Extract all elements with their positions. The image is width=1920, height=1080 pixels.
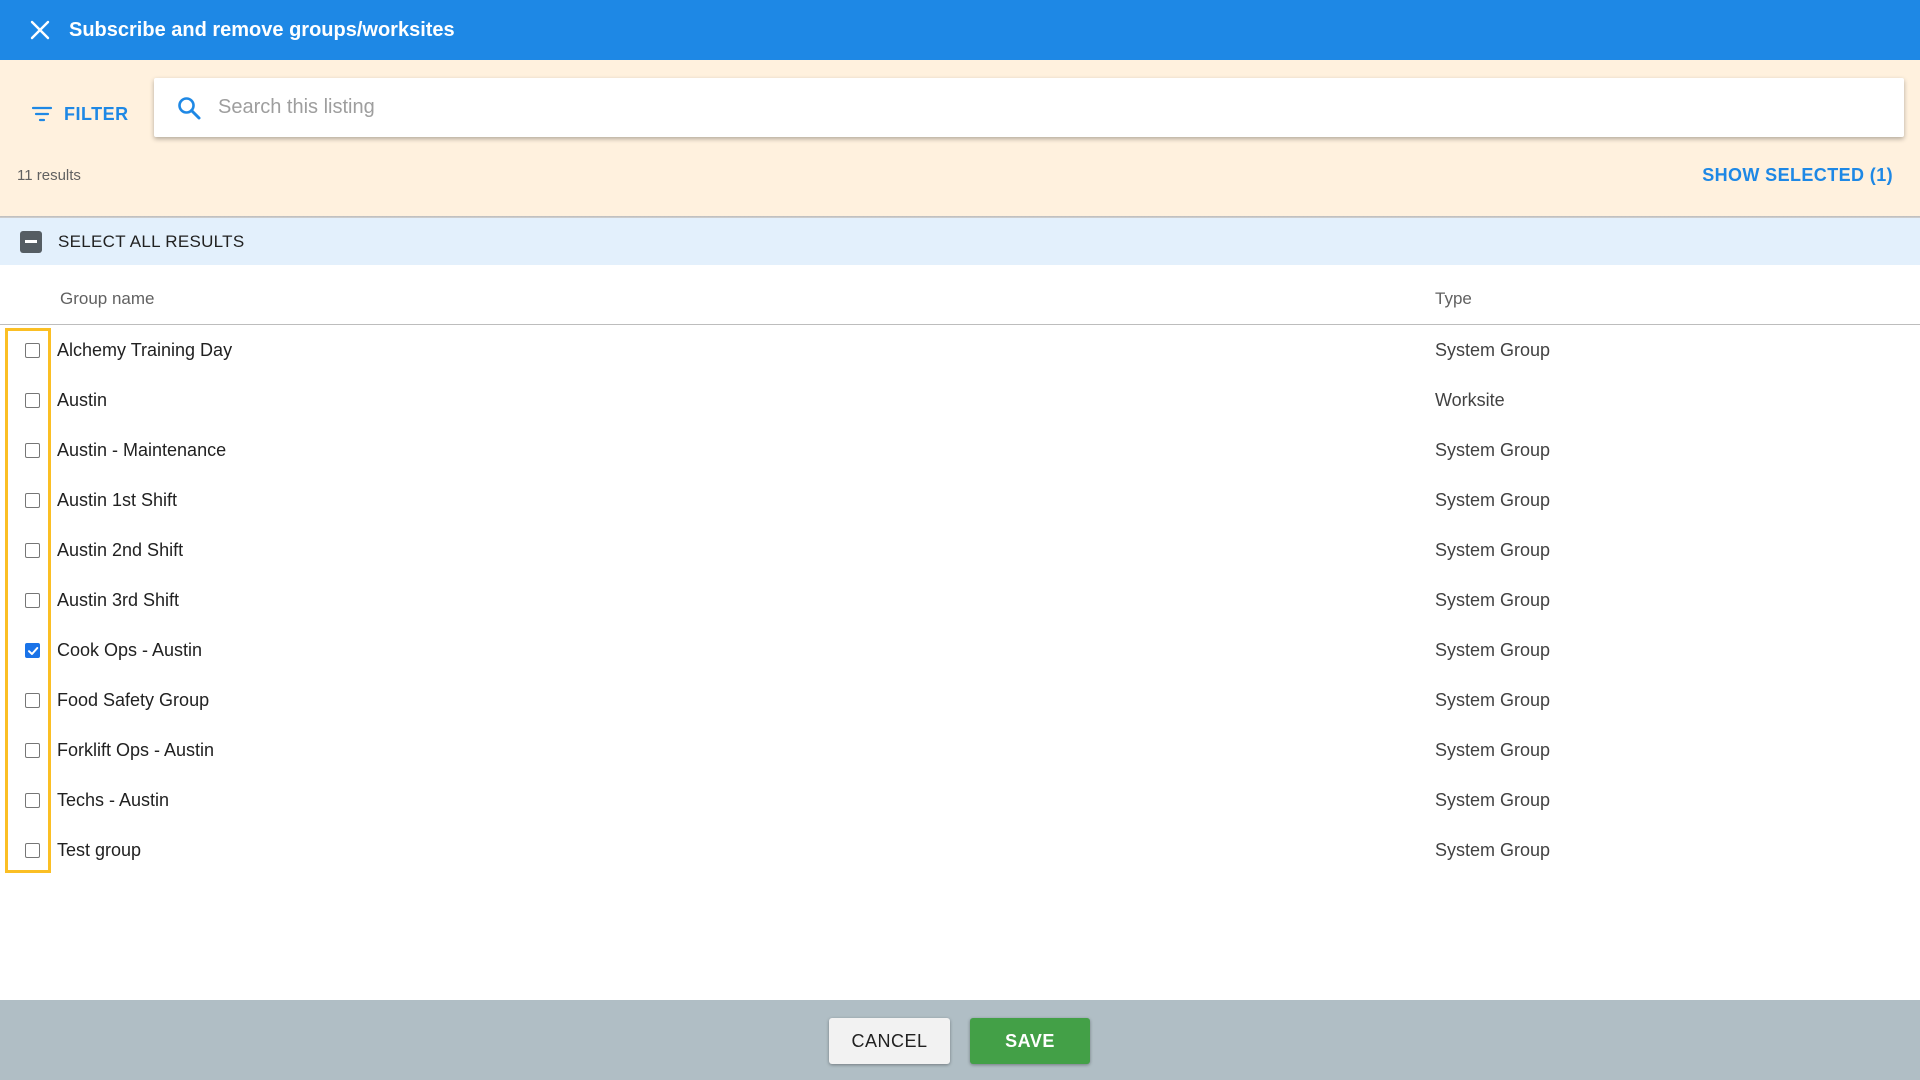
table-row[interactable]: Forklift Ops - Austin System Group: [0, 725, 1920, 775]
filter-button[interactable]: FILTER: [30, 98, 129, 130]
group-type: System Group: [1435, 790, 1551, 810]
row-checkbox[interactable]: [25, 793, 40, 808]
search-icon: [174, 93, 204, 123]
table-row[interactable]: Austin - Maintenance System Group: [0, 425, 1920, 475]
group-name: Austin - Maintenance: [57, 440, 227, 460]
group-type: System Group: [1435, 690, 1551, 710]
filter-icon: [31, 106, 53, 122]
row-checkbox[interactable]: [25, 643, 40, 658]
indeterminate-icon: [25, 240, 37, 243]
dialog-footer: CANCEL SAVE: [0, 1000, 1920, 1080]
group-type: Worksite: [1435, 390, 1505, 410]
search-input[interactable]: [218, 96, 1818, 119]
group-type: System Group: [1435, 840, 1551, 860]
group-type: System Group: [1435, 590, 1551, 610]
group-name: Austin 1st Shift: [57, 490, 178, 510]
group-type: System Group: [1435, 340, 1551, 360]
results-count: 11 results: [17, 167, 81, 184]
table-header: Group name Type: [0, 283, 1920, 325]
dialog-title: Subscribe and remove groups/worksites: [69, 18, 455, 41]
save-button[interactable]: SAVE: [970, 1018, 1090, 1064]
cancel-button[interactable]: CANCEL: [829, 1018, 950, 1064]
row-checkbox[interactable]: [25, 443, 40, 458]
table-row[interactable]: Techs - Austin System Group: [0, 775, 1920, 825]
group-type: System Group: [1435, 640, 1551, 660]
group-name: Austin 3rd Shift: [57, 590, 180, 610]
group-type: System Group: [1435, 490, 1551, 510]
show-selected-button[interactable]: SHOW SELECTED (1): [1702, 165, 1893, 186]
group-name: Forklift Ops - Austin: [57, 740, 215, 760]
search-box[interactable]: [154, 78, 1904, 137]
table-row[interactable]: Austin 1st Shift System Group: [0, 475, 1920, 525]
dialog-header: Subscribe and remove groups/worksites: [0, 0, 1920, 60]
column-header-group-name[interactable]: Group name: [60, 289, 155, 309]
close-button[interactable]: [27, 17, 53, 43]
row-checkbox[interactable]: [25, 393, 40, 408]
table-row[interactable]: Cook Ops - Austin System Group: [0, 625, 1920, 675]
group-type: System Group: [1435, 540, 1551, 560]
select-all-label: SELECT ALL RESULTS: [58, 231, 245, 251]
group-name: Cook Ops - Austin: [57, 640, 203, 660]
row-checkbox[interactable]: [25, 743, 40, 758]
group-type: System Group: [1435, 440, 1551, 460]
select-all-checkbox[interactable]: [20, 230, 42, 253]
table-body: Alchemy Training Day System Group Austin…: [0, 325, 1920, 875]
group-name: Austin: [57, 390, 108, 410]
select-all-bar: SELECT ALL RESULTS: [0, 218, 1920, 265]
group-name: Techs - Austin: [57, 790, 170, 810]
close-icon: [30, 20, 50, 40]
row-checkbox[interactable]: [25, 343, 40, 358]
table-row[interactable]: Austin 3rd Shift System Group: [0, 575, 1920, 625]
row-checkbox[interactable]: [25, 493, 40, 508]
group-name: Austin 2nd Shift: [57, 540, 184, 560]
column-header-type[interactable]: Type: [1435, 289, 1472, 309]
group-name: Alchemy Training Day: [57, 340, 233, 360]
row-checkbox[interactable]: [25, 843, 40, 858]
table-row[interactable]: Alchemy Training Day System Group: [0, 325, 1920, 375]
row-checkbox[interactable]: [25, 593, 40, 608]
table-row[interactable]: Food Safety Group System Group: [0, 675, 1920, 725]
table-row[interactable]: Austin Worksite: [0, 375, 1920, 425]
table-row[interactable]: Austin 2nd Shift System Group: [0, 525, 1920, 575]
filter-bar: FILTER 11 results SHOW SELECTED (1): [0, 60, 1920, 216]
group-name: Test group: [57, 840, 142, 860]
table-row[interactable]: Test group System Group: [0, 825, 1920, 875]
checkmark-icon: [27, 646, 38, 655]
row-checkbox[interactable]: [25, 543, 40, 558]
filter-label: FILTER: [64, 103, 129, 124]
row-checkbox[interactable]: [25, 693, 40, 708]
group-type: System Group: [1435, 740, 1551, 760]
group-name: Food Safety Group: [57, 690, 210, 710]
